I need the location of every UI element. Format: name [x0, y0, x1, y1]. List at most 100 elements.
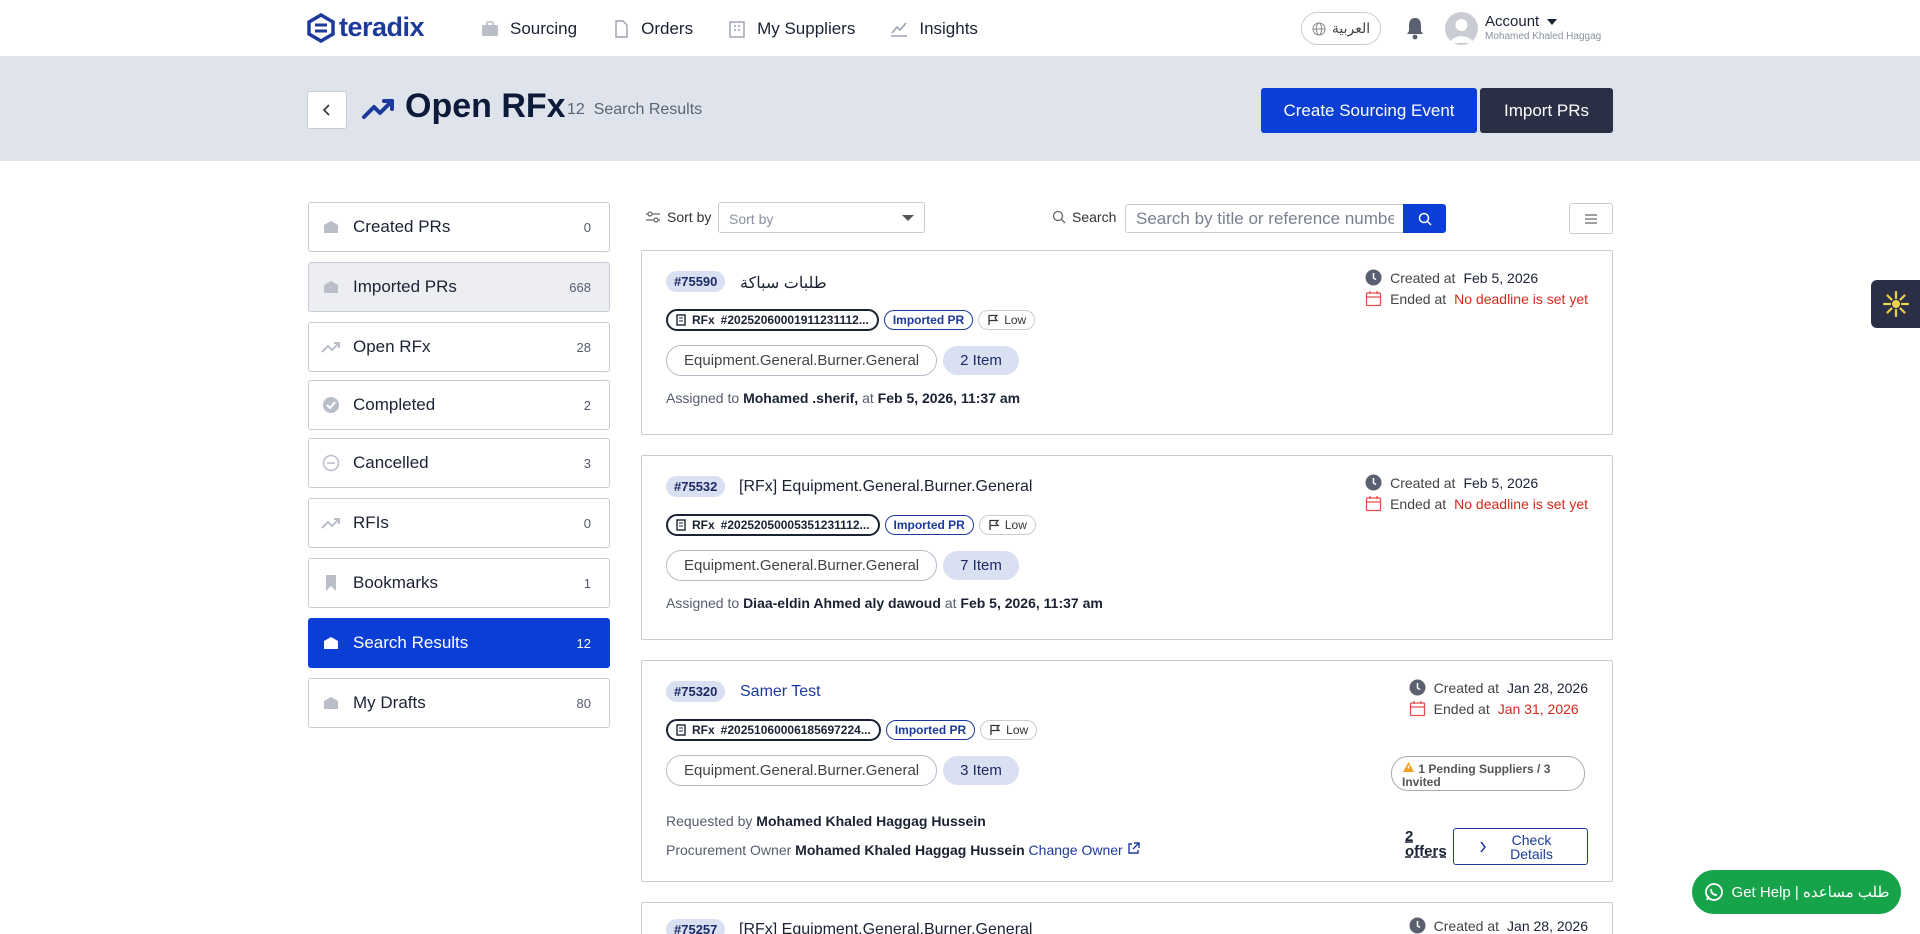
sidebar-item-cancelled[interactable]: Cancelled 3 — [308, 438, 610, 488]
check-details-button[interactable]: Check Details — [1453, 828, 1588, 865]
created-date: Jan 28, 2026 — [1507, 679, 1588, 696]
top-navigation: teradix Sourcing Orders My Suppliers Ins… — [0, 0, 1920, 57]
assignee-name: Diaa-eldin Ahmed aly dawoud — [743, 595, 941, 611]
rfx-title[interactable]: [RFx] Equipment.General.Burner.General — [739, 921, 1032, 934]
sort-select[interactable]: Sort by — [718, 202, 925, 233]
trending-up-icon — [362, 99, 394, 119]
copy-icon — [676, 519, 686, 531]
sidebar-item-count: 3 — [583, 455, 591, 471]
pending-suppliers-badge: 1 Pending Suppliers / 3 Invited — [1391, 756, 1585, 791]
bell-icon — [1407, 18, 1423, 40]
reference-badge: #75590 — [666, 271, 726, 292]
logo-mark-icon — [307, 12, 335, 43]
nav-insights[interactable]: Insights — [889, 19, 978, 39]
teradix-logo[interactable]: teradix — [307, 12, 425, 43]
rfx-card[interactable]: #75320 Samer Test RFx #202510600061856972… — [641, 660, 1613, 882]
rfx-card[interactable]: #75532 [RFx] Equipment.General.Burner.Ge… — [641, 455, 1613, 640]
account-user-name: Mohamed Khaled Haggag — [1485, 31, 1602, 42]
procurement-owner-name: Mohamed Khaled Haggag Hussein — [795, 842, 1025, 858]
flag-icon — [989, 519, 1000, 530]
offers-count[interactable]: 2 offers — [1405, 829, 1449, 859]
created-label: Created at — [1390, 474, 1456, 491]
sort-select-value: Sort by — [729, 211, 774, 227]
sidebar-item-bookmarks[interactable]: Bookmarks 1 — [308, 558, 610, 608]
assigned-prefix: Assigned to — [666, 595, 740, 611]
item-count-chip[interactable]: 2 Item — [943, 346, 1019, 375]
rfx-title[interactable]: [RFx] Equipment.General.Burner.General — [739, 478, 1032, 496]
category-chip: Equipment.General.Burner.General — [666, 755, 938, 786]
import-prs-button[interactable]: Import PRs — [1480, 88, 1613, 133]
nav-orders[interactable]: Orders — [611, 19, 693, 39]
rfx-label: RFx — [692, 723, 715, 737]
get-help-button[interactable]: Get Help | طلب مساعده — [1692, 870, 1901, 914]
inbox-icon — [321, 693, 341, 713]
rfx-number-chip[interactable]: RFx #20252060001911231112... — [666, 309, 879, 331]
sidebar-item-rfis[interactable]: RFIs 0 — [308, 498, 610, 548]
assignment-info: Assigned to Mohamed .sherif, at Feb 5, 2… — [666, 390, 1020, 406]
rfx-number: #20251060006185697224... — [720, 723, 871, 737]
create-sourcing-event-button[interactable]: Create Sourcing Event — [1261, 88, 1477, 133]
caret-down-icon — [902, 215, 914, 221]
clock-icon — [1409, 679, 1426, 696]
search-button[interactable] — [1403, 204, 1446, 233]
rfx-card[interactable]: #75590 طلبات سباكة RFx #20252060001911231… — [641, 250, 1613, 435]
category-row: Equipment.General.Burner.General 3 Item — [666, 755, 1019, 786]
sun-icon — [1882, 290, 1909, 318]
change-owner-link[interactable]: Change Owner — [1029, 842, 1140, 858]
back-button[interactable] — [307, 91, 347, 129]
created-label: Created at — [1433, 917, 1500, 934]
created-label: Created at — [1390, 269, 1456, 286]
rfx-title[interactable]: Samer Test — [740, 683, 821, 701]
sidebar-item-my-drafts[interactable]: My Drafts 80 — [308, 678, 610, 728]
globe-icon — [1312, 22, 1326, 35]
priority-label: Low — [1004, 313, 1027, 327]
feedback-widget[interactable] — [1871, 280, 1920, 328]
sidebar-item-created-prs[interactable]: Created PRs 0 — [308, 202, 610, 252]
assignee-name: Mohamed .sherif, — [743, 390, 859, 406]
copy-icon — [676, 314, 686, 326]
chevron-down-icon — [1547, 18, 1558, 25]
rfx-card[interactable]: #75257 [RFx] Equipment.General.Burner.Ge… — [641, 902, 1613, 934]
briefcase-icon — [482, 20, 498, 36]
rfx-number: #20252060001911231112... — [720, 313, 869, 327]
account-label: Account — [1485, 13, 1540, 30]
rfx-title[interactable]: طلبات سباكة — [740, 273, 827, 293]
sidebar-item-label: Bookmarks — [353, 573, 439, 592]
category-chip: Equipment.General.Burner.General — [666, 345, 938, 376]
ended-label: Ended at — [1433, 700, 1490, 717]
category-chip: Equipment.General.Burner.General — [666, 550, 938, 581]
sidebar-item-label: Cancelled — [353, 453, 429, 472]
created-date: Jan 28, 2026 — [1507, 917, 1588, 934]
check-details-label: Check Details — [1510, 831, 1553, 862]
procurement-owner-label: Procurement Owner — [666, 842, 792, 858]
sidebar-item-label: Completed — [353, 395, 436, 414]
avatar[interactable] — [1445, 12, 1478, 45]
tag-row: RFx #20252050005351231112... Imported PR … — [666, 514, 1036, 536]
sidebar-item-count: 28 — [576, 339, 591, 355]
rfx-number-chip[interactable]: RFx #20252050005351231112... — [666, 514, 880, 536]
assigned-time: Feb 5, 2026, 11:37 am — [877, 390, 1021, 406]
notifications-button[interactable] — [1404, 16, 1426, 45]
view-options-button[interactable] — [1569, 203, 1613, 234]
created-date: Feb 5, 2026 — [1463, 474, 1539, 491]
inbox-icon — [321, 217, 341, 237]
nav-my-suppliers[interactable]: My Suppliers — [727, 19, 855, 39]
minus-circle-icon — [321, 453, 341, 473]
account-menu[interactable]: Account Mohamed Khaled Haggag — [1485, 13, 1601, 42]
item-count-chip[interactable]: 7 Item — [943, 551, 1019, 580]
sidebar-item-open-rfx[interactable]: Open RFx 28 — [308, 322, 610, 372]
language-toggle[interactable]: العربية — [1301, 12, 1381, 45]
result-count: 12 Search Results — [567, 101, 702, 119]
sidebar-item-imported-prs[interactable]: Imported PRs 668 — [308, 262, 610, 312]
sidebar-item-label: Search Results — [353, 633, 469, 652]
rfx-number-chip[interactable]: RFx #20251060006185697224... — [666, 719, 881, 741]
nav-sourcing[interactable]: Sourcing — [480, 19, 577, 39]
item-count-chip[interactable]: 3 Item — [943, 756, 1019, 785]
sidebar-item-completed[interactable]: Completed 2 — [308, 380, 610, 430]
check-circle-icon — [321, 395, 341, 415]
chevron-right-icon — [1479, 841, 1486, 852]
sidebar-item-label: Created PRs — [353, 217, 451, 236]
sidebar-item-search-results[interactable]: Search Results 12 — [308, 618, 610, 668]
search-input[interactable] — [1125, 204, 1405, 233]
sidebar-item-count: 0 — [583, 515, 591, 531]
